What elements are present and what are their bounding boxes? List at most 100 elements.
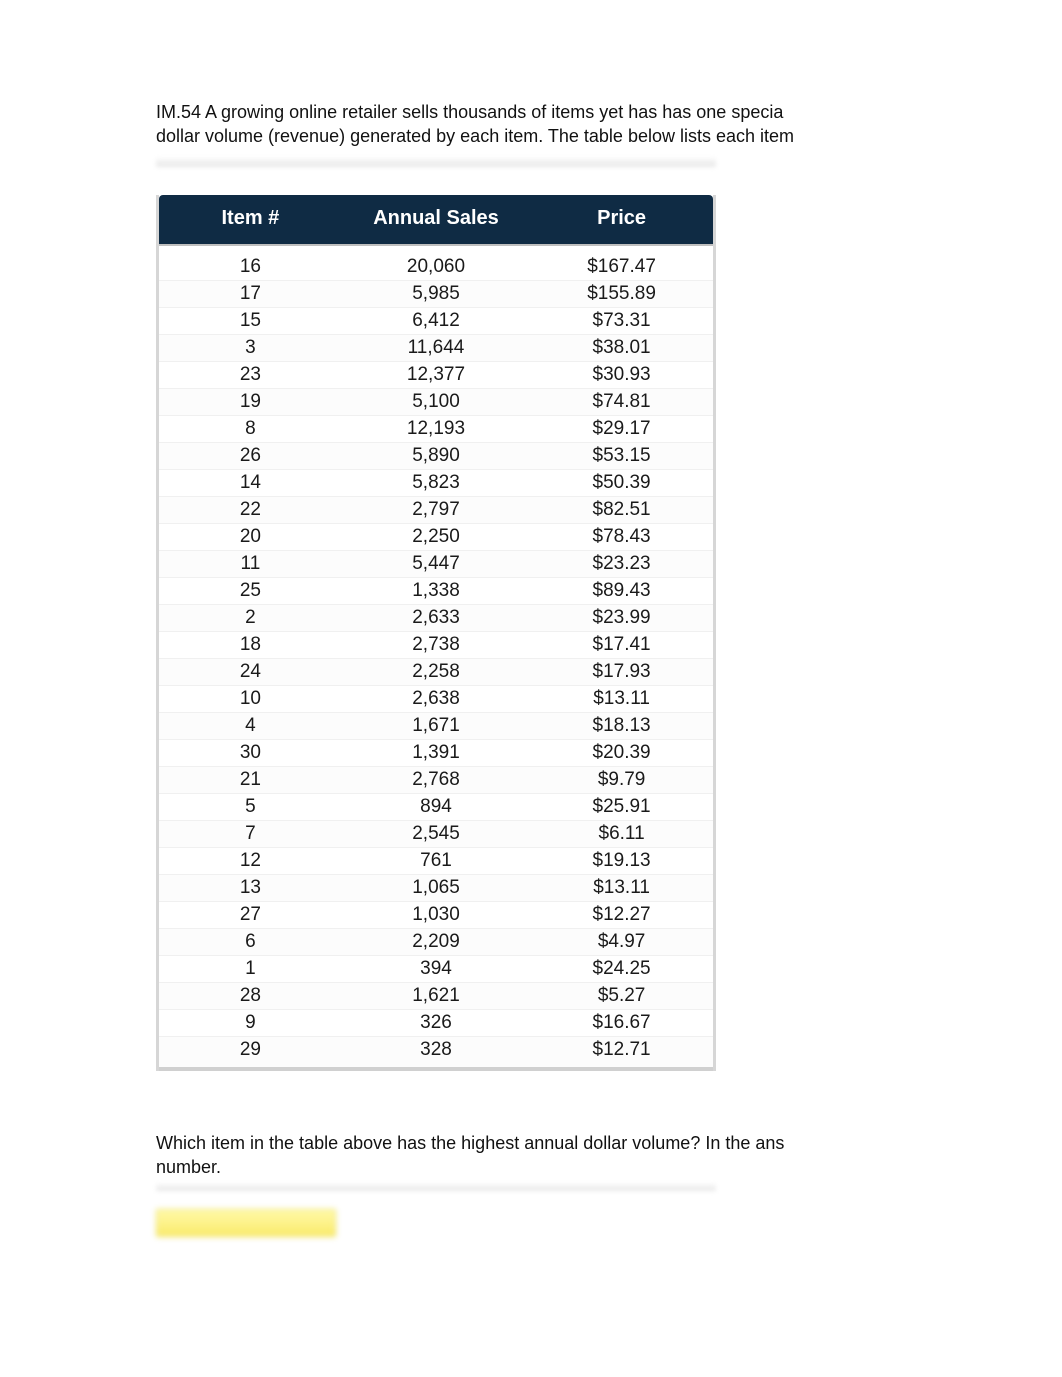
table-row: 301,391$20.39 [159,740,713,767]
table-row: 9326$16.67 [159,1010,713,1037]
cell-item: 15 [159,308,342,335]
cell-sales: 761 [342,848,530,875]
blurred-region-top [156,157,716,167]
cell-sales: 2,545 [342,821,530,848]
cell-price: $13.11 [530,875,713,902]
table-row: 62,209$4.97 [159,929,713,956]
cell-price: $74.81 [530,389,713,416]
cell-price: $50.39 [530,470,713,497]
cell-price: $13.11 [530,686,713,713]
question-block: Which item in the table above has the hi… [156,1131,796,1238]
cell-price: $4.97 [530,929,713,956]
cell-item: 11 [159,551,342,578]
cell-price: $73.31 [530,308,713,335]
cell-item: 8 [159,416,342,443]
cell-item: 21 [159,767,342,794]
cell-sales: 394 [342,956,530,983]
cell-item: 16 [159,246,342,281]
cell-sales: 2,258 [342,659,530,686]
cell-price: $29.17 [530,416,713,443]
cell-item: 24 [159,659,342,686]
table-row: 29328$12.71 [159,1037,713,1071]
table-row: 812,193$29.17 [159,416,713,443]
cell-sales: 1,671 [342,713,530,740]
cell-sales: 1,338 [342,578,530,605]
question-line-1: Which item in the table above has the hi… [156,1133,784,1153]
cell-sales: 2,209 [342,929,530,956]
cell-price: $12.71 [530,1037,713,1071]
table-row: 195,100$74.81 [159,389,713,416]
table-row: 145,823$50.39 [159,470,713,497]
cell-item: 10 [159,686,342,713]
table-row: 131,065$13.11 [159,875,713,902]
cell-price: $24.25 [530,956,713,983]
cell-price: $167.47 [530,246,713,281]
cell-sales: 5,890 [342,443,530,470]
cell-price: $5.27 [530,983,713,1010]
cell-item: 1 [159,956,342,983]
cell-sales: 2,633 [342,605,530,632]
table-row: 5894$25.91 [159,794,713,821]
table-row: 212,768$9.79 [159,767,713,794]
table-row: 115,447$23.23 [159,551,713,578]
cell-price: $9.79 [530,767,713,794]
cell-sales: 894 [342,794,530,821]
cell-item: 5 [159,794,342,821]
cell-item: 26 [159,443,342,470]
cell-sales: 5,100 [342,389,530,416]
table-row: 265,890$53.15 [159,443,713,470]
table-row: 202,250$78.43 [159,524,713,551]
cell-item: 12 [159,848,342,875]
cell-item: 6 [159,929,342,956]
cell-item: 27 [159,902,342,929]
answer-input-blurred[interactable] [156,1209,336,1237]
cell-price: $53.15 [530,443,713,470]
table-row: 175,985$155.89 [159,281,713,308]
table-row: 1620,060$167.47 [159,246,713,281]
table-row: 271,030$12.27 [159,902,713,929]
table-row: 251,338$89.43 [159,578,713,605]
cell-sales: 5,823 [342,470,530,497]
table-header-row: Item # Annual Sales Price [159,195,713,246]
cell-price: $78.43 [530,524,713,551]
cell-price: $23.99 [530,605,713,632]
data-table-container: Item # Annual Sales Price 1620,060$167.4… [156,195,716,1071]
cell-price: $23.23 [530,551,713,578]
cell-sales: 2,250 [342,524,530,551]
cell-item: 20 [159,524,342,551]
cell-sales: 2,768 [342,767,530,794]
cell-sales: 2,638 [342,686,530,713]
cell-sales: 1,621 [342,983,530,1010]
cell-item: 14 [159,470,342,497]
cell-price: $25.91 [530,794,713,821]
cell-item: 4 [159,713,342,740]
cell-sales: 2,797 [342,497,530,524]
question-paragraph: Which item in the table above has the hi… [156,1131,796,1180]
cell-sales: 5,447 [342,551,530,578]
cell-item: 29 [159,1037,342,1071]
header-item: Item # [159,195,342,246]
cell-item: 3 [159,335,342,362]
cell-price: $12.27 [530,902,713,929]
cell-price: $17.93 [530,659,713,686]
cell-sales: 12,193 [342,416,530,443]
cell-item: 19 [159,389,342,416]
cell-item: 13 [159,875,342,902]
table-row: 102,638$13.11 [159,686,713,713]
cell-sales: 1,065 [342,875,530,902]
table-row: 1394$24.25 [159,956,713,983]
header-sales: Annual Sales [342,195,530,246]
cell-price: $6.11 [530,821,713,848]
cell-item: 7 [159,821,342,848]
table-row: 22,633$23.99 [159,605,713,632]
cell-price: $155.89 [530,281,713,308]
intro-paragraph: IM.54 A growing online retailer sells th… [156,100,796,149]
question-line-2: number. [156,1157,221,1177]
cell-price: $20.39 [530,740,713,767]
data-table: Item # Annual Sales Price 1620,060$167.4… [156,195,716,1071]
cell-sales: 11,644 [342,335,530,362]
table-row: 222,797$82.51 [159,497,713,524]
cell-sales: 6,412 [342,308,530,335]
cell-price: $17.41 [530,632,713,659]
cell-sales: 20,060 [342,246,530,281]
